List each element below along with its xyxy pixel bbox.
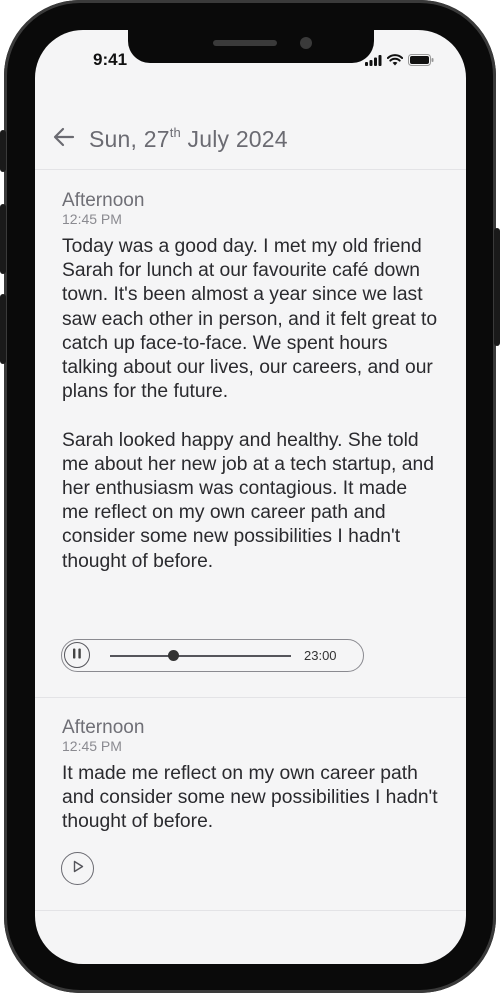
front-camera [300,37,312,49]
date-suffix: th [169,125,181,141]
speaker-grille [213,40,277,46]
page-title: Sun, 27th July 2024 [89,125,288,153]
status-icons [365,53,434,71]
date-day: Sun, 27 [89,126,170,152]
entry-time: 12:45 PM [62,211,122,227]
silent-switch [0,130,6,172]
cellular-signal-icon [365,53,382,71]
journal-entry: Afternoon 12:45 PM It made me reflect on… [35,698,466,911]
battery-icon [408,53,434,71]
entry-time: 12:45 PM [62,738,122,754]
entry-period: Afternoon [62,717,145,738]
arrow-left-icon [53,127,75,152]
audio-duration: 23:00 [304,648,337,663]
pause-icon [72,646,82,664]
header: Sun, 27th July 2024 [35,110,466,170]
play-icon [72,860,84,878]
wifi-icon [386,53,404,71]
entry-text: Today was a good day. I met my old frien… [62,236,438,572]
screen: 9:41 Sun, 27th July 2024 Afternoon 12:45… [35,30,466,964]
pause-button[interactable] [64,642,90,668]
notch [128,30,374,63]
audio-progress-thumb[interactable] [167,650,179,661]
back-button[interactable] [51,127,77,153]
audio-progress-track[interactable] [110,655,291,657]
power-button [494,228,500,346]
date-rest: July 2024 [180,126,288,152]
entry-period: Afternoon [62,190,145,211]
audio-player: 23:00 [61,639,364,672]
entry-text: It made me reflect on my own career path… [62,763,438,833]
play-button[interactable] [61,852,94,885]
volume-down-button [0,294,6,364]
status-time: 9:41 [93,50,128,69]
journal-entry: Afternoon 12:45 PM Today was a good day.… [35,171,466,698]
volume-up-button [0,204,6,274]
